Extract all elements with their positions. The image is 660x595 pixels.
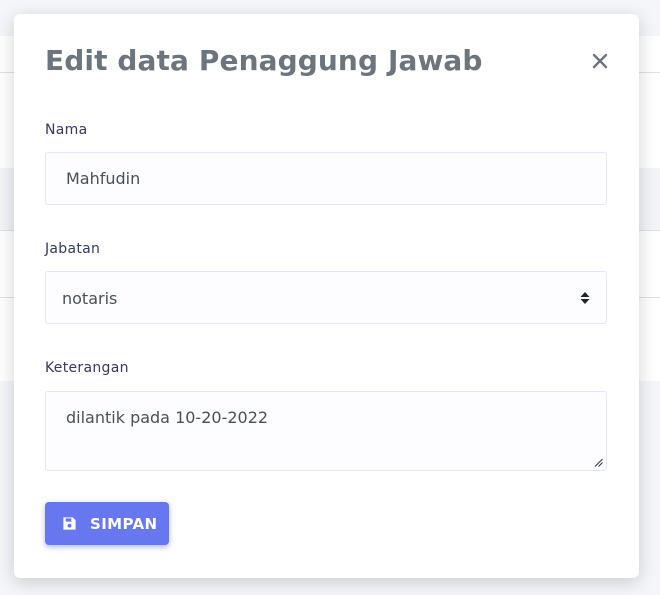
keterangan-textarea[interactable]: dilantik pada 10-20-2022 <box>45 391 607 471</box>
save-button-label: SIMPAN <box>90 515 158 533</box>
resize-grip-icon[interactable] <box>594 458 603 467</box>
jabatan-selected-value: notaris <box>62 289 118 308</box>
close-icon <box>592 53 608 69</box>
close-button[interactable] <box>589 50 611 72</box>
save-button[interactable]: SIMPAN <box>45 502 169 545</box>
jabatan-label: Jabatan <box>45 241 101 257</box>
edit-dialog: Edit data Penaggung Jawab Nama Mahfudin … <box>14 14 639 578</box>
nama-input[interactable]: Mahfudin <box>45 152 607 205</box>
keterangan-label: Keterangan <box>45 360 129 376</box>
nama-value: Mahfudin <box>66 169 141 188</box>
select-arrows-icon <box>580 292 590 304</box>
jabatan-select[interactable]: notaris <box>45 271 607 324</box>
nama-label: Nama <box>45 122 88 138</box>
keterangan-value: dilantik pada 10-20-2022 <box>66 408 269 427</box>
floppy-disk-icon <box>63 517 76 530</box>
modal-title: Edit data Penaggung Jawab <box>45 44 483 77</box>
